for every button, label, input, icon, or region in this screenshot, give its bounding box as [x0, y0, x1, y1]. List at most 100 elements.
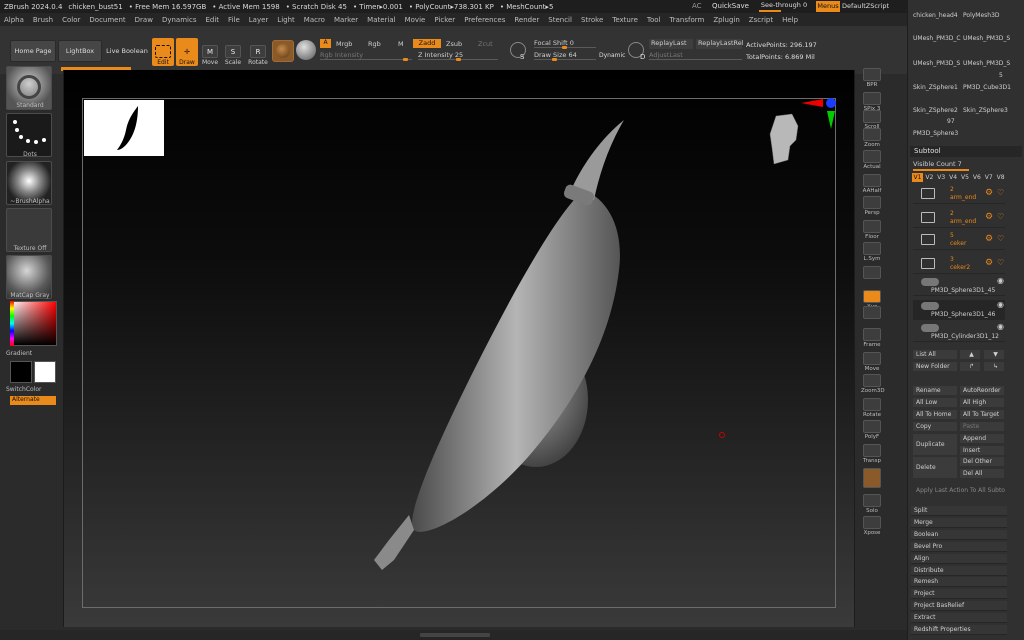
paste-button[interactable]: Paste — [960, 422, 1004, 431]
heart-icon[interactable]: ♡ — [997, 234, 1004, 243]
shelf-button-16[interactable]: PolyF — [861, 420, 883, 440]
scale-button[interactable]: S Scale — [222, 38, 244, 66]
version-tab-5[interactable]: V5 — [960, 173, 971, 182]
shelf-button-3[interactable]: Zoom — [861, 128, 883, 148]
heart-icon[interactable]: ♡ — [997, 188, 1004, 197]
rgb-button[interactable]: Rgb — [368, 40, 381, 48]
version-tab-3[interactable]: V3 — [936, 173, 947, 182]
menu-marker[interactable]: Marker — [334, 16, 358, 24]
shelf-button-9[interactable] — [861, 266, 883, 280]
new-folder-button[interactable]: New Folder — [913, 362, 957, 371]
menu-dynamics[interactable]: Dynamics — [162, 16, 197, 24]
menu-document[interactable]: Document — [89, 16, 125, 24]
zsub-button[interactable]: Zsub — [446, 40, 462, 48]
menus-button[interactable]: Menus — [816, 1, 840, 12]
shelf-button-13[interactable]: Move — [861, 352, 883, 372]
menu-zplugin[interactable]: Zplugin — [713, 16, 739, 24]
shelf-button-20[interactable]: Xpose — [861, 516, 883, 536]
edit-button[interactable]: Edit — [152, 38, 174, 66]
move-button[interactable]: M Move — [199, 38, 221, 66]
menu-edit[interactable]: Edit — [205, 16, 219, 24]
focal-shift-slider[interactable]: Focal Shift 0 — [534, 39, 596, 49]
gear-icon[interactable]: ⚙ — [985, 258, 993, 268]
menu-file[interactable]: File — [228, 16, 240, 24]
shelf-button-8[interactable]: L.Sym — [861, 242, 883, 262]
eye-icon[interactable]: ◉ — [997, 300, 1004, 309]
tool-pm3d-sphere[interactable]: PM3D_Sphere3 — [913, 130, 958, 137]
move-down-button[interactable]: ▼ — [984, 350, 1004, 359]
all-to-home-button[interactable]: All To Home — [913, 410, 957, 419]
shelf-button-17[interactable]: Transp — [861, 444, 883, 464]
delete-button[interactable]: Delete — [913, 457, 957, 478]
list-all-button[interactable]: List All — [913, 350, 957, 359]
section-merge[interactable]: Merge — [911, 517, 1007, 528]
color-picker[interactable] — [10, 301, 57, 346]
m-button[interactable]: M — [398, 40, 404, 48]
d-button[interactable]: D — [640, 53, 645, 61]
tool-umesh-s1[interactable]: UMesh_PM3D_S — [963, 35, 1010, 42]
subtool-item[interactable]: ◉ PM3D_Cylinder3D1_12 — [913, 322, 1005, 342]
brush-preview-icon[interactable] — [296, 40, 316, 60]
material-swatch-button[interactable] — [272, 40, 294, 62]
replaylast-button[interactable]: ReplayLast — [649, 39, 693, 49]
hue-strip[interactable] — [10, 301, 14, 346]
menu-zscript[interactable]: Zscript — [749, 16, 773, 24]
tool-umesh-c[interactable]: UMesh_PM3D_C — [913, 35, 961, 42]
tool-skin-zsphere3[interactable]: Skin_ZSphere3 — [963, 107, 1008, 114]
tool-umesh-s2[interactable]: UMesh_PM3D_S — [913, 60, 960, 67]
alternate-button[interactable]: Alternate — [10, 396, 56, 405]
shelf-button-5[interactable]: AAHalf — [861, 174, 883, 194]
gear-icon[interactable]: ⚙ — [985, 212, 993, 222]
subtool-folder[interactable]: 5 ceker ⚙ ♡ — [913, 232, 1005, 250]
tool-chicken-head[interactable]: chicken_head4 — [913, 12, 958, 19]
heart-icon[interactable]: ♡ — [997, 212, 1004, 221]
dynamic-button[interactable]: Dynamic — [599, 52, 625, 59]
see-through-slider[interactable]: See-through 0 — [757, 1, 811, 12]
version-tab-4[interactable]: V4 — [948, 173, 959, 182]
version-tab-1[interactable]: V1 — [912, 173, 923, 182]
lightbox-button[interactable]: LightBox — [58, 40, 102, 62]
menu-picker[interactable]: Picker — [434, 16, 455, 24]
shelf-button-19[interactable]: Solo — [861, 494, 883, 514]
adjustlast-slider[interactable]: AdjustLast — [649, 51, 742, 60]
shelf-button-2[interactable]: Scroll — [861, 110, 883, 130]
copy-button[interactable]: Copy — [913, 422, 957, 431]
zcut-button[interactable]: Zcut — [478, 40, 493, 48]
z-intensity-slider[interactable]: Z Intensity 25 — [418, 51, 498, 61]
version-tab-6[interactable]: V6 — [971, 173, 982, 182]
menu-transform[interactable]: Transform — [670, 16, 705, 24]
document-canvas[interactable] — [64, 70, 854, 627]
gear-icon[interactable]: ⚙ — [985, 188, 993, 198]
section-redshift-properties[interactable]: Redshift Properties — [911, 625, 1007, 635]
secondary-color-swatch[interactable] — [34, 361, 56, 383]
arrow-up-icon[interactable]: ↱ — [960, 362, 980, 371]
all-low-button[interactable]: All Low — [913, 398, 957, 407]
ac-label[interactable]: AC — [692, 2, 702, 10]
version-tab-8[interactable]: V8 — [995, 173, 1006, 182]
shelf-button-14[interactable]: Zoom3D — [861, 374, 885, 394]
menu-help[interactable]: Help — [782, 16, 798, 24]
quicksave-button[interactable]: QuickSave — [712, 2, 749, 10]
menu-color[interactable]: Color — [62, 16, 80, 24]
subtool-item[interactable]: ◉ PM3D_Sphere3D1_45 — [913, 276, 1005, 296]
head-orientation-icon[interactable] — [768, 110, 804, 180]
menu-material[interactable]: Material — [367, 16, 395, 24]
home-page-button[interactable]: Home Page — [10, 40, 56, 62]
subtool-folder[interactable]: 2 arm_end ⚙ ♡ — [913, 186, 1005, 204]
menu-alpha[interactable]: Alpha — [4, 16, 24, 24]
s-button[interactable]: S — [520, 53, 524, 61]
menu-layer[interactable]: Layer — [249, 16, 269, 24]
heart-icon[interactable]: ♡ — [997, 258, 1004, 267]
section-bevel-pro[interactable]: Bevel Pro — [911, 541, 1007, 552]
apply-last-action-button[interactable]: Apply Last Action To All Subtoo — [913, 486, 1005, 495]
draw-size-slider[interactable]: Draw Size 64 — [534, 51, 596, 61]
rgb-intensity-slider[interactable]: Rgb Intensity — [320, 51, 412, 61]
insert-button[interactable]: Insert — [960, 446, 1004, 455]
menu-draw[interactable]: Draw — [135, 16, 153, 24]
del-all-button[interactable]: Del All — [960, 469, 1004, 478]
section-project-basrelief[interactable]: Project BasRelief — [911, 601, 1007, 612]
menu-stroke[interactable]: Stroke — [581, 16, 603, 24]
subtool-folder[interactable]: 3 ceker2 ⚙ ♡ — [913, 256, 1005, 274]
shelf-button-6[interactable]: Persp — [861, 196, 883, 216]
section-split[interactable]: Split — [911, 506, 1007, 516]
